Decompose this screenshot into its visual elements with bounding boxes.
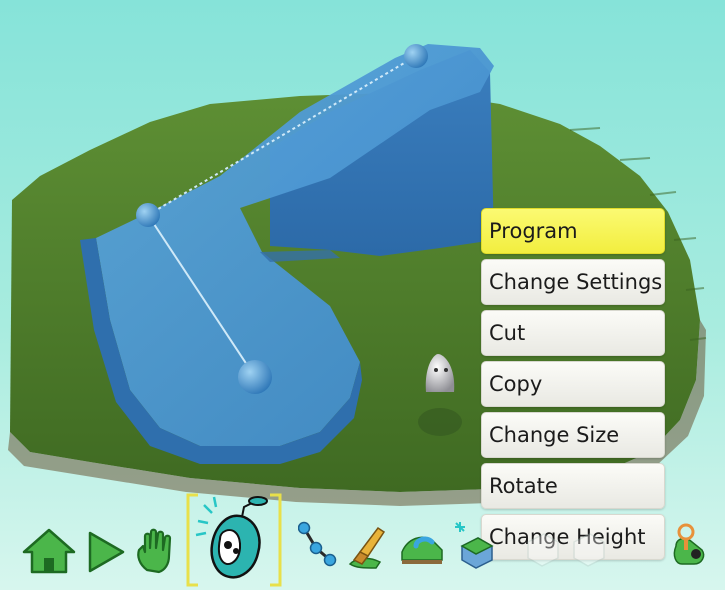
menu-item-change-settings[interactable]: Change Settings xyxy=(481,259,665,305)
kodu-editor: Program Change Settings Cut Copy Change … xyxy=(0,0,725,590)
path-node[interactable] xyxy=(404,44,428,68)
terrain-tool-icon[interactable] xyxy=(524,528,562,568)
tool-bar xyxy=(0,480,725,590)
path-node[interactable] xyxy=(136,203,160,227)
home-icon[interactable] xyxy=(22,526,76,576)
path-node[interactable] xyxy=(238,360,272,394)
menu-item-change-size[interactable]: Change Size xyxy=(481,412,665,458)
play-icon[interactable] xyxy=(86,530,126,574)
hand-icon[interactable] xyxy=(133,526,179,574)
terrain-sparkle-icon[interactable] xyxy=(452,518,494,572)
menu-item-cut[interactable]: Cut xyxy=(481,310,665,356)
kodu-character-icon[interactable] xyxy=(186,493,282,587)
terrain-raise-icon[interactable] xyxy=(398,522,446,568)
world-settings-icon[interactable] xyxy=(666,520,708,570)
menu-item-copy[interactable]: Copy xyxy=(481,361,665,407)
path-icon[interactable] xyxy=(298,520,338,570)
menu-item-program[interactable]: Program xyxy=(481,208,665,254)
terrain-tool-icon[interactable] xyxy=(570,528,608,568)
paint-brush-icon[interactable] xyxy=(346,522,390,570)
